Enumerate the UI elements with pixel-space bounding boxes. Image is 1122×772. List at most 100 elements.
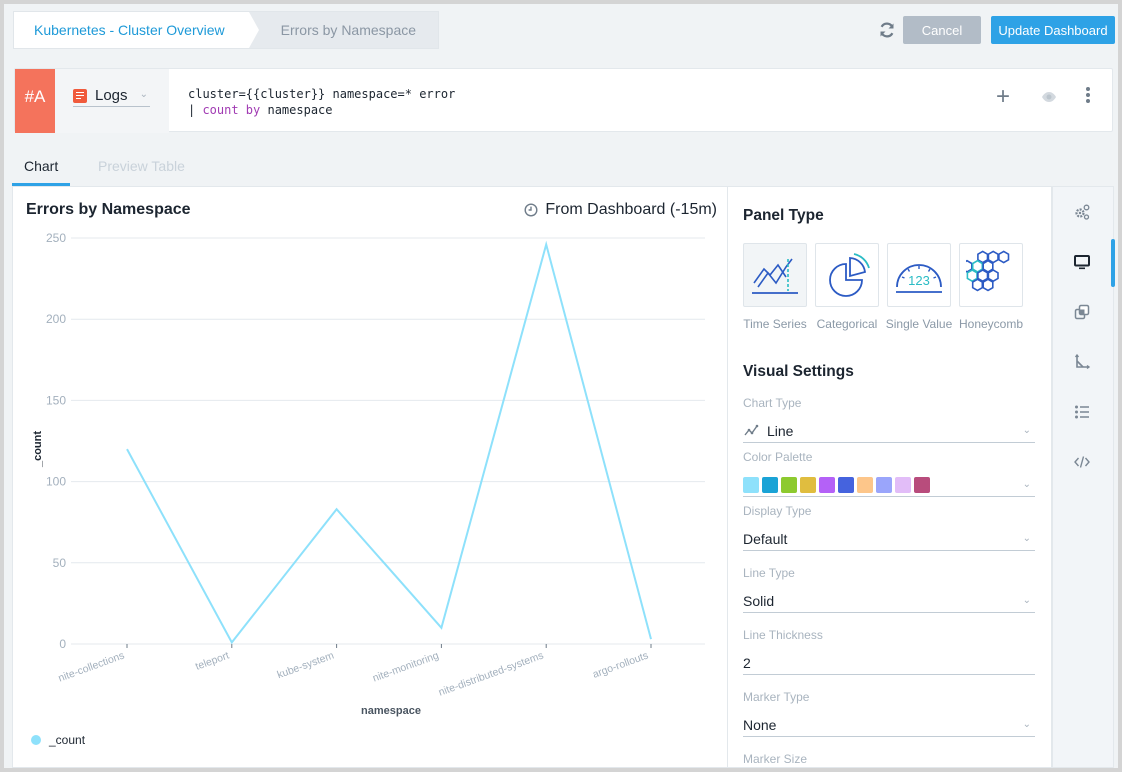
honeycomb-cell [998, 250, 1010, 264]
refresh-icon[interactable] [877, 20, 897, 40]
panel-type-time-series[interactable]: Time Series [743, 243, 807, 331]
query-source-panel: Logs ⌄ [55, 69, 169, 133]
panel-type-heading: Panel Type [743, 207, 824, 224]
display-type-value: Default [743, 530, 788, 547]
panel-type-label: Categorical [816, 317, 878, 331]
plus-icon[interactable]: + [996, 85, 1010, 109]
settings-panel: Panel Type Time Series Categorical 123 S… [727, 186, 1052, 768]
color-swatch [895, 476, 911, 493]
color-swatch [819, 476, 835, 493]
color-palette-label: Color Palette [743, 450, 813, 464]
y-tick-label: 50 [53, 556, 67, 570]
tab-preview-table[interactable]: Preview Table [98, 158, 185, 174]
panel-type-options: Time Series Categorical 123 Single Value… [743, 243, 1031, 331]
time-range-button[interactable]: From Dashboard (-15m) [524, 201, 717, 219]
y-tick-label: 200 [46, 312, 66, 326]
line-thickness-label: Line Thickness [743, 628, 823, 642]
line-chart-icon [744, 424, 759, 435]
x-tick-label: argo-rollouts [591, 650, 650, 681]
panel-type-categorical[interactable]: Categorical [815, 243, 879, 331]
honeycomb-cell [971, 278, 984, 292]
source-type-value: Logs [95, 87, 128, 104]
panel-type-honeycomb[interactable]: Honeycomb [959, 243, 1023, 331]
line-type-label: Line Type [743, 566, 795, 580]
x-tick-label: teleport [194, 650, 231, 673]
color-swatch [876, 476, 892, 493]
legend-item[interactable]: _count [31, 733, 85, 747]
x-tick-label: nite-monitoring [371, 649, 441, 684]
marker-type-value: None [743, 716, 777, 733]
color-swatch [743, 476, 759, 493]
query-pipe: | [188, 103, 203, 117]
marker-type-select[interactable]: None ⌄ [743, 713, 1035, 737]
chevron-down-icon: ⌄ [1022, 719, 1031, 730]
legend-list-icon[interactable] [1073, 403, 1091, 421]
y-tick-label: 0 [59, 637, 66, 651]
axes-icon[interactable] [1073, 353, 1091, 371]
chevron-down-icon: ⌄ [1022, 425, 1031, 436]
color-swatch [800, 476, 816, 493]
active-section-indicator [1111, 239, 1115, 287]
gauge-icon: 123 [896, 264, 942, 293]
query-keyword: count by [202, 103, 261, 117]
breadcrumb-dashboard-link[interactable]: Kubernetes - Cluster Overview [14, 12, 259, 48]
line-type-select[interactable]: Solid ⌄ [743, 589, 1035, 613]
y-axis-title: _count [32, 431, 44, 468]
y-tick-label: 150 [46, 393, 66, 407]
code-icon[interactable] [1073, 453, 1091, 471]
panel-type-single-value[interactable]: 123 Single Value [886, 243, 952, 331]
y-tick-label: 100 [46, 475, 66, 489]
color-palette-select[interactable]: ⌄ [743, 473, 1035, 497]
query-row: #A Logs ⌄ cluster={{cluster}} namespace=… [14, 68, 1113, 133]
x-tick-label: nite-collections [57, 650, 126, 685]
query-group-field: namespace [260, 103, 333, 117]
chart-title: Errors by Namespace [26, 201, 191, 218]
pie-chart-icon [829, 253, 870, 297]
panel-type-label: Honeycomb [958, 317, 1024, 331]
chart-panel: 0 50 100 150 200 250 nite-collections teleport k… [12, 186, 727, 768]
marker-size-label: Marker Size [743, 752, 808, 766]
visual-settings-heading: Visual Settings [743, 363, 854, 380]
cancel-button[interactable]: Cancel [903, 16, 981, 44]
color-swatches [743, 476, 933, 493]
line-thickness-input[interactable]: 2 [743, 651, 1035, 675]
overlay-icon[interactable] [1073, 303, 1091, 321]
svg-text:123: 123 [908, 273, 930, 288]
line-thickness-value: 2 [743, 654, 751, 671]
monitor-icon[interactable] [1073, 253, 1091, 271]
query-line-1: cluster={{cluster}} namespace=* error [188, 87, 456, 101]
source-type-select[interactable]: Logs ⌄ [73, 85, 150, 107]
update-dashboard-button[interactable]: Update Dashboard [991, 16, 1115, 44]
chevron-down-icon: ⌄ [139, 89, 148, 100]
color-swatch [762, 476, 778, 493]
panel-type-label: Time Series [743, 317, 807, 331]
color-swatch [914, 476, 930, 493]
x-axis-title: namespace [361, 705, 421, 717]
chart-type-label: Chart Type [743, 396, 802, 410]
logs-icon [73, 88, 87, 103]
display-type-select[interactable]: Default ⌄ [743, 527, 1035, 551]
x-tick-label: nite-distributed-systems [437, 650, 545, 699]
chart-type-value: Line [767, 422, 794, 439]
chevron-down-icon: ⌄ [1022, 533, 1031, 544]
x-tick-label: kube-system [276, 649, 336, 681]
query-label: #A [15, 69, 55, 133]
time-series-icon [752, 258, 798, 294]
line-chart: 0 50 100 150 200 250 nite-collections teleport k… [32, 231, 705, 717]
tab-chart[interactable]: Chart [24, 158, 58, 174]
query-editor[interactable]: cluster={{cluster}} namespace=* error | … [188, 86, 455, 118]
display-type-label: Display Type [743, 504, 812, 518]
honeycomb-icon [966, 250, 1010, 292]
eye-icon[interactable] [1041, 89, 1057, 105]
series-line [126, 240, 652, 645]
breadcrumb: Kubernetes - Cluster Overview Errors by … [13, 11, 440, 49]
app-frame: Kubernetes - Cluster Overview Errors by … [4, 4, 1118, 768]
line-type-value: Solid [743, 592, 775, 609]
settings-gears-icon[interactable] [1073, 203, 1091, 221]
legend-label: _count [49, 733, 86, 747]
clock-icon [524, 203, 538, 217]
more-vertical-icon[interactable] [1083, 87, 1093, 107]
legend-swatch [31, 735, 41, 745]
chart-type-select[interactable]: Line ⌄ [743, 419, 1035, 443]
color-swatch [838, 476, 854, 493]
